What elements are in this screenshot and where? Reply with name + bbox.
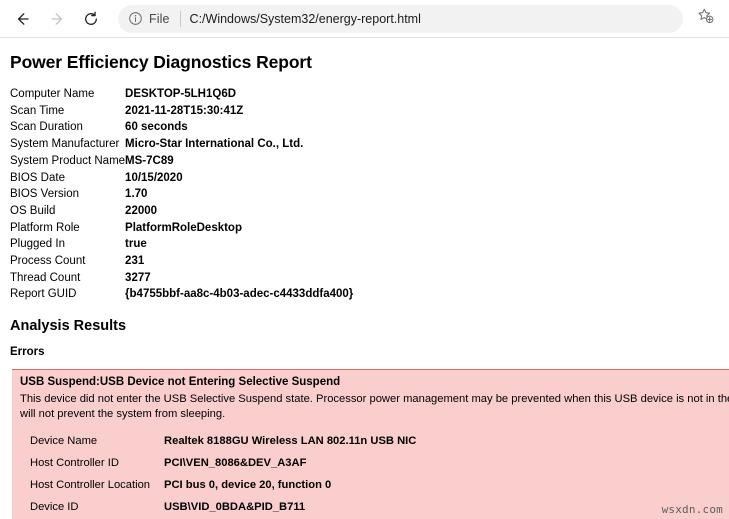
row-value: 60 seconds (125, 121, 188, 134)
table-row: Host Controller ID PCI\VEN_8086&DEV_A3AF (30, 452, 416, 474)
table-row: BIOS Version 1.70 (10, 187, 353, 204)
table-row: Computer Name DESKTOP-5LH1Q6D (10, 87, 353, 104)
row-label: Computer Name (10, 88, 95, 100)
reload-button[interactable] (74, 4, 108, 34)
back-button[interactable] (6, 4, 40, 34)
table-row: OS Build 22000 (10, 204, 353, 221)
row-value: 1.70 (125, 188, 148, 201)
star-add-icon (696, 7, 715, 31)
row-label: Device Name (30, 434, 98, 447)
add-favorite-button[interactable] (689, 4, 721, 34)
forward-button[interactable] (40, 4, 74, 34)
row-label: Platform Role (10, 221, 80, 234)
row-label: BIOS Date (10, 171, 65, 184)
table-row: System Product Name MS-7C89 (10, 154, 353, 171)
table-row: Host Controller Location PCI bus 0, devi… (30, 474, 416, 496)
row-label: Thread Count (10, 271, 81, 284)
omnibox-divider (179, 10, 181, 27)
table-row: Thread Count 3277 (10, 271, 353, 288)
row-value: 231 (125, 255, 145, 268)
table-row: BIOS Date 10/15/2020 (10, 171, 353, 188)
error-details-table: Device Name Realtek 8188GU Wireless LAN … (30, 430, 416, 519)
row-label: Plugged In (10, 238, 65, 251)
row-value: Micro-Star International Co., Ltd. (125, 138, 304, 151)
error-heading: USB Suspend:USB Device not Entering Sele… (20, 376, 341, 389)
row-value: USB\VID_0BDA&PID_B711 (164, 500, 306, 513)
row-label: System Manufacturer (10, 138, 120, 151)
table-row: Device Name Realtek 8188GU Wireless LAN … (30, 430, 416, 452)
error-panel: USB Suspend:USB Device not Entering Sele… (12, 369, 729, 519)
row-value: 22000 (125, 204, 158, 217)
table-row: Scan Time 2021-11-28T15:30:41Z (10, 104, 353, 121)
row-value: DESKTOP-5LH1Q6D (125, 88, 237, 100)
row-label: OS Build (10, 204, 56, 217)
row-label: Device ID (30, 500, 79, 513)
system-info-body: Computer Name DESKTOP-5LH1Q6D Scan Time … (10, 87, 353, 304)
arrow-left-icon (14, 10, 32, 28)
table-row: Platform Role PlatformRoleDesktop (10, 221, 353, 238)
row-value: 3277 (125, 271, 151, 284)
row-value: Realtek 8188GU Wireless LAN 802.11n USB … (164, 434, 417, 447)
table-row: System Manufacturer Micro-Star Internati… (10, 137, 353, 154)
row-value: 10/15/2020 (125, 171, 183, 184)
url-text[interactable]: C:/Windows/System32/energy-report.html (190, 12, 673, 26)
page-viewport: Power Efficiency Diagnostics Report Comp… (0, 38, 729, 519)
row-label: System Product Name (10, 154, 126, 167)
row-label: Host Controller Location (30, 478, 151, 491)
errors-heading: Errors (10, 346, 45, 359)
report-document: Power Efficiency Diagnostics Report Comp… (0, 38, 729, 519)
row-value: 2021-11-28T15:30:41Z (125, 104, 244, 117)
table-row: Process Count 231 (10, 254, 353, 271)
table-row: Plugged In true (10, 237, 353, 254)
row-value: {b4755bbf-aa8c-4b03-adec-c4433ddfa400} (125, 288, 354, 301)
page-title: Power Efficiency Diagnostics Report (10, 52, 312, 72)
arrow-right-icon (48, 10, 66, 28)
row-label: Process Count (10, 255, 86, 268)
row-label: Scan Duration (10, 121, 83, 134)
reload-icon (82, 10, 100, 28)
error-description: This device did not enter the USB Select… (20, 393, 729, 420)
row-value: MS-7C89 (125, 154, 174, 167)
row-label: Scan Time (10, 104, 65, 117)
row-value: PCI\VEN_8086&DEV_A3AF (164, 456, 307, 469)
table-row: Report GUID {b4755bbf-aa8c-4b03-adec-c44… (10, 287, 353, 304)
row-value: PlatformRoleDesktop (125, 221, 242, 234)
row-value: PCI bus 0, device 20, function 0 (164, 478, 332, 491)
info-circle-icon[interactable] (128, 11, 143, 26)
table-row: Scan Duration 60 seconds (10, 120, 353, 137)
browser-toolbar: File C:/Windows/System32/energy-report.h… (0, 0, 729, 38)
row-value: true (125, 238, 147, 251)
row-label: BIOS Version (10, 188, 80, 201)
url-scheme-label: File (149, 11, 170, 26)
analysis-results-heading: Analysis Results (10, 318, 127, 335)
watermark: wsxdn.com (661, 503, 723, 516)
system-info-table: Computer Name DESKTOP-5LH1Q6D Scan Time … (10, 87, 353, 304)
row-label: Host Controller ID (30, 456, 119, 469)
row-label: Report GUID (10, 288, 77, 301)
address-bar[interactable]: File C:/Windows/System32/energy-report.h… (118, 4, 683, 33)
error-details-body: Device Name Realtek 8188GU Wireless LAN … (30, 430, 416, 519)
table-row: Device ID USB\VID_0BDA&PID_B711 (30, 496, 416, 518)
